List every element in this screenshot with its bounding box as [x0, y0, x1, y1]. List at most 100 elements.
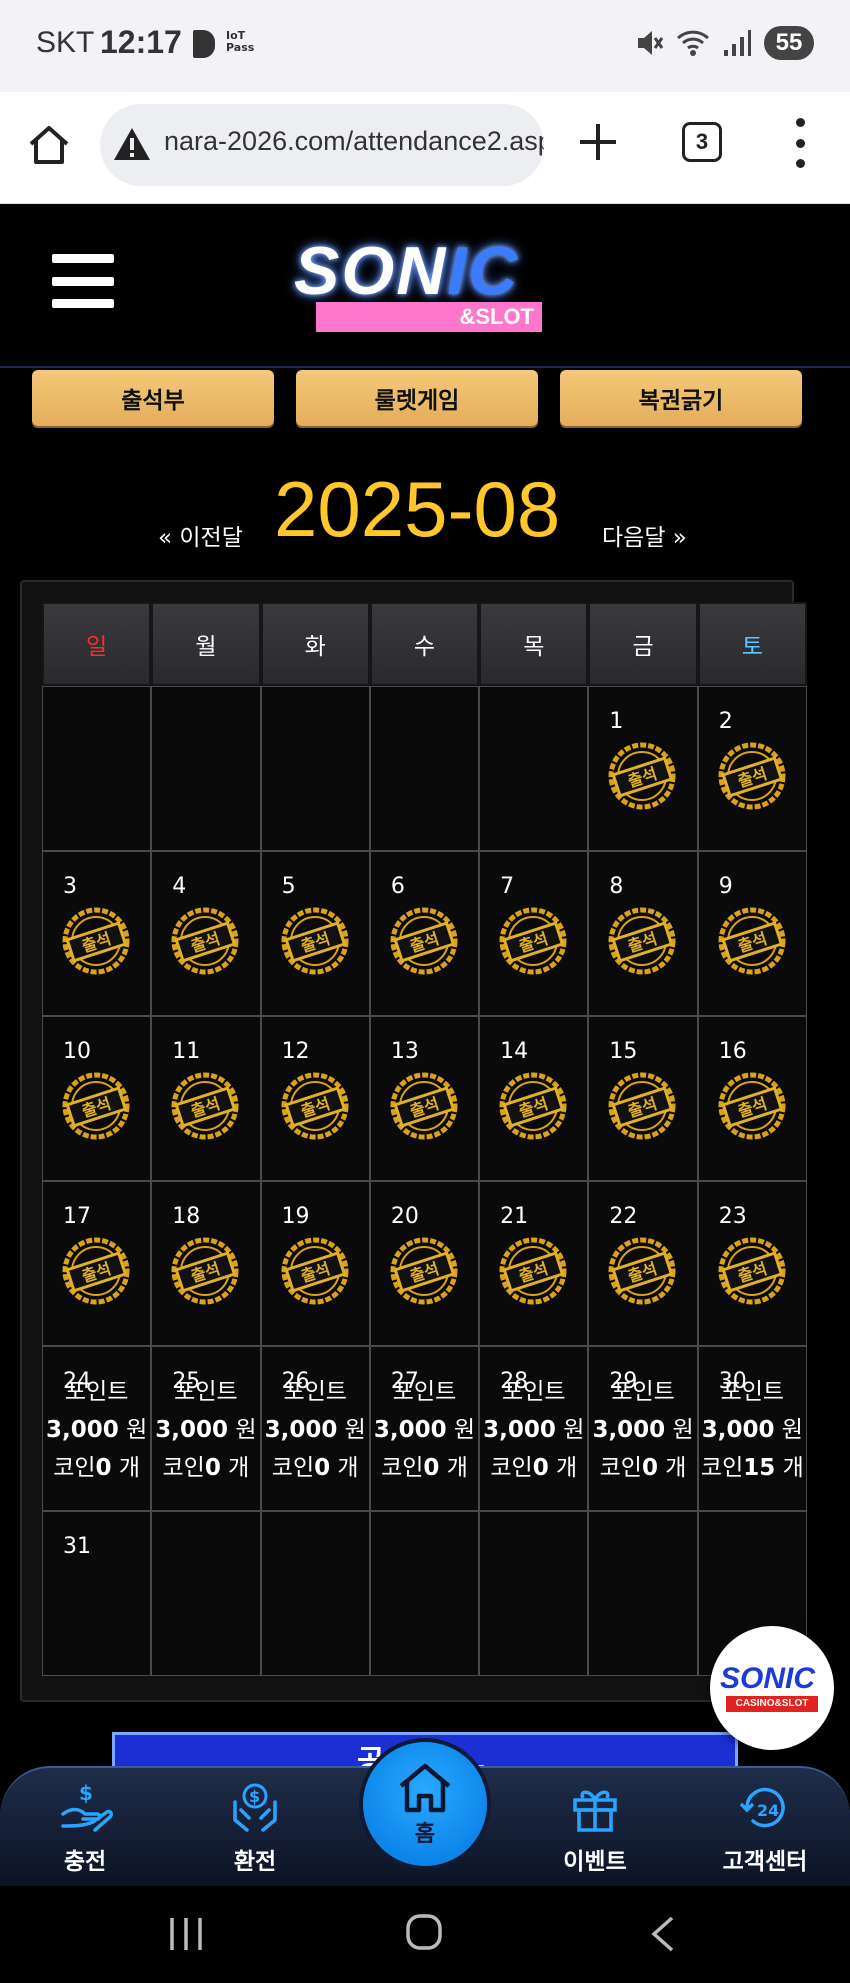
calendar-day[interactable]: 26 포인트 3,000 원 코인0 개 — [260, 1346, 370, 1511]
calendar-day[interactable]: 16 출석 — [697, 1016, 807, 1181]
prev-month-link[interactable]: « 이전달 — [158, 518, 243, 552]
calendar-day[interactable]: 2 출석 — [697, 686, 807, 851]
calendar-day[interactable]: 6 출석 — [369, 851, 480, 1016]
attendance-stamp-icon: 출석 — [390, 1072, 458, 1140]
reward-info: 포인트 3,000 원 코인0 개 — [480, 1373, 587, 1487]
attendance-stamp-icon: 출석 — [390, 1237, 458, 1305]
calendar-day[interactable]: 14 출석 — [479, 1016, 589, 1181]
exchange-icon: $ — [233, 1783, 277, 1832]
new-tab-icon[interactable] — [576, 120, 620, 164]
calendar-day[interactable]: 10 출석 — [42, 1016, 152, 1181]
weekday-3: 수 — [369, 602, 480, 686]
roulette-button[interactable]: 룰렛게임 — [296, 370, 538, 426]
status-icons: 55 — [636, 26, 814, 60]
attendance-stamp-icon: 출석 — [62, 907, 130, 975]
calendar-day[interactable]: 25 포인트 3,000 원 코인0 개 — [151, 1346, 261, 1511]
calendar-day[interactable]: 18 출석 — [151, 1181, 261, 1346]
calendar-day[interactable]: 11 출석 — [151, 1016, 261, 1181]
calendar-day[interactable]: 28 포인트 3,000 원 코인0 개 — [479, 1346, 589, 1511]
point-amount: 3,000 원 — [701, 1417, 803, 1443]
android-home-icon[interactable] — [404, 1912, 444, 1952]
calendar-day[interactable]: 12 출석 — [260, 1016, 370, 1181]
carrier-label: SKT — [36, 26, 95, 59]
nav-support[interactable]: 24 고객센터 — [690, 1780, 840, 1880]
day-number: 19 — [281, 1204, 310, 1229]
calendar-empty-cell — [588, 1511, 698, 1676]
calendar-day[interactable]: 31 — [42, 1511, 152, 1676]
home-icon[interactable] — [26, 122, 72, 168]
calendar-day[interactable]: 9 출석 — [697, 851, 807, 1016]
tab-switcher-button[interactable]: 3 — [682, 122, 722, 162]
recents-icon[interactable] — [168, 1914, 204, 1954]
weekday-4: 목 — [479, 602, 589, 686]
day-number: 9 — [718, 874, 733, 899]
calendar-day[interactable]: 17 출석 — [42, 1181, 152, 1346]
calendar-empty-cell — [479, 1511, 589, 1676]
nav-exchange[interactable]: $ 환전 — [180, 1780, 330, 1880]
calendar-day[interactable]: 21 출석 — [479, 1181, 589, 1346]
calendar-day[interactable]: 7 출석 — [479, 851, 589, 1016]
calendar-day[interactable]: 8 출석 — [588, 851, 698, 1016]
day-number: 11 — [172, 1039, 201, 1064]
coin-count: 코인0 개 — [53, 1455, 141, 1481]
site-logo[interactable]: &SLOT SONIC — [290, 232, 570, 336]
calendar-empty-cell — [42, 686, 152, 851]
attendance-button[interactable]: 출석부 — [32, 370, 274, 426]
calendar-day[interactable]: 19 출석 — [260, 1181, 370, 1346]
calendar-body: 1 출석 2 출석 3 출석 4 출석 5 출석 6 출석 7 출석 8 출석 9 출석 10 출석 11 출석 12 출석 1… — [42, 686, 807, 1676]
calendar-day[interactable]: 29 포인트 3,000 원 코인0 개 — [588, 1346, 698, 1511]
calendar-day[interactable]: 22 출석 — [588, 1181, 698, 1346]
day-number: 10 — [63, 1039, 91, 1064]
point-label: 포인트 — [720, 1379, 785, 1405]
more-menu-icon[interactable] — [790, 118, 810, 168]
calendar-day[interactable]: 13 출석 — [369, 1016, 480, 1181]
weekday-header: 일월화수목금토 — [42, 602, 807, 686]
point-label: 포인트 — [392, 1379, 457, 1405]
point-amount: 3,000 원 — [483, 1417, 585, 1443]
calendar-day[interactable]: 23 출석 — [697, 1181, 807, 1346]
calendar-empty-cell — [260, 686, 370, 851]
calendar-day[interactable]: 30 포인트 3,000 원 코인15 개 — [697, 1346, 807, 1511]
back-icon[interactable] — [648, 1914, 678, 1954]
day-number: 6 — [390, 874, 405, 899]
point-label: 포인트 — [502, 1379, 566, 1405]
day-number: 15 — [609, 1039, 638, 1064]
lottery-button[interactable]: 복권긁기 — [560, 370, 802, 426]
charge-icon: $ — [61, 1781, 113, 1832]
logo-wordmark: SONIC — [294, 233, 520, 309]
day-number: 18 — [172, 1204, 201, 1229]
nav-exchange-label: 환전 — [233, 1849, 277, 1875]
calendar-day[interactable]: 24 포인트 3,000 원 코인0 개 — [42, 1346, 152, 1511]
browser-toolbar: nara-2026.com/attendance2.asp 3 — [0, 92, 850, 204]
calendar-day[interactable]: 3 출석 — [42, 851, 152, 1016]
weekday-2: 화 — [260, 602, 370, 686]
floating-logo-wordmark: SONIC — [720, 1662, 816, 1695]
calendar-empty-cell — [369, 1511, 480, 1676]
hamburger-menu-icon[interactable] — [52, 254, 114, 308]
nav-home-button[interactable]: 홈 — [359, 1738, 491, 1870]
calendar-day[interactable]: 5 출석 — [260, 851, 370, 1016]
next-month-link[interactable]: 다음달 » — [602, 518, 687, 552]
attendance-stamp-icon: 출석 — [281, 907, 349, 975]
calendar: 일월화수목금토 1 출석 2 출석 3 출석 4 출석 5 출석 6 출석 7 출석 8 출석 9 출석 10 출석 1… — [42, 602, 807, 1676]
coin-count: 코인0 개 — [599, 1455, 687, 1481]
calendar-day[interactable]: 4 출석 — [151, 851, 261, 1016]
nav-event[interactable]: 이벤트 — [520, 1780, 670, 1880]
warning-icon[interactable] — [112, 126, 152, 162]
point-amount: 3,000 원 — [373, 1417, 476, 1443]
url-text[interactable]: nara-2026.com/attendance2.asp — [164, 126, 544, 157]
attendance-stamp-icon: 출석 — [499, 907, 567, 975]
attendance-stamp-icon: 출석 — [608, 907, 676, 975]
day-number: 31 — [63, 1534, 91, 1559]
point-label: 포인트 — [64, 1379, 129, 1405]
floating-logo-button[interactable]: SONIC CASINO&SLOT — [710, 1626, 834, 1750]
address-bar[interactable]: nara-2026.com/attendance2.asp — [100, 104, 544, 186]
day-number: 4 — [172, 874, 187, 899]
day-number: 14 — [500, 1039, 529, 1064]
calendar-day[interactable]: 15 출석 — [588, 1016, 698, 1181]
calendar-empty-cell — [151, 1511, 261, 1676]
calendar-day[interactable]: 1 출석 — [588, 686, 698, 851]
calendar-day[interactable]: 27 포인트 3,000 원 코인0 개 — [369, 1346, 480, 1511]
calendar-day[interactable]: 20 출석 — [369, 1181, 480, 1346]
nav-charge[interactable]: $ 충전 — [10, 1780, 160, 1880]
